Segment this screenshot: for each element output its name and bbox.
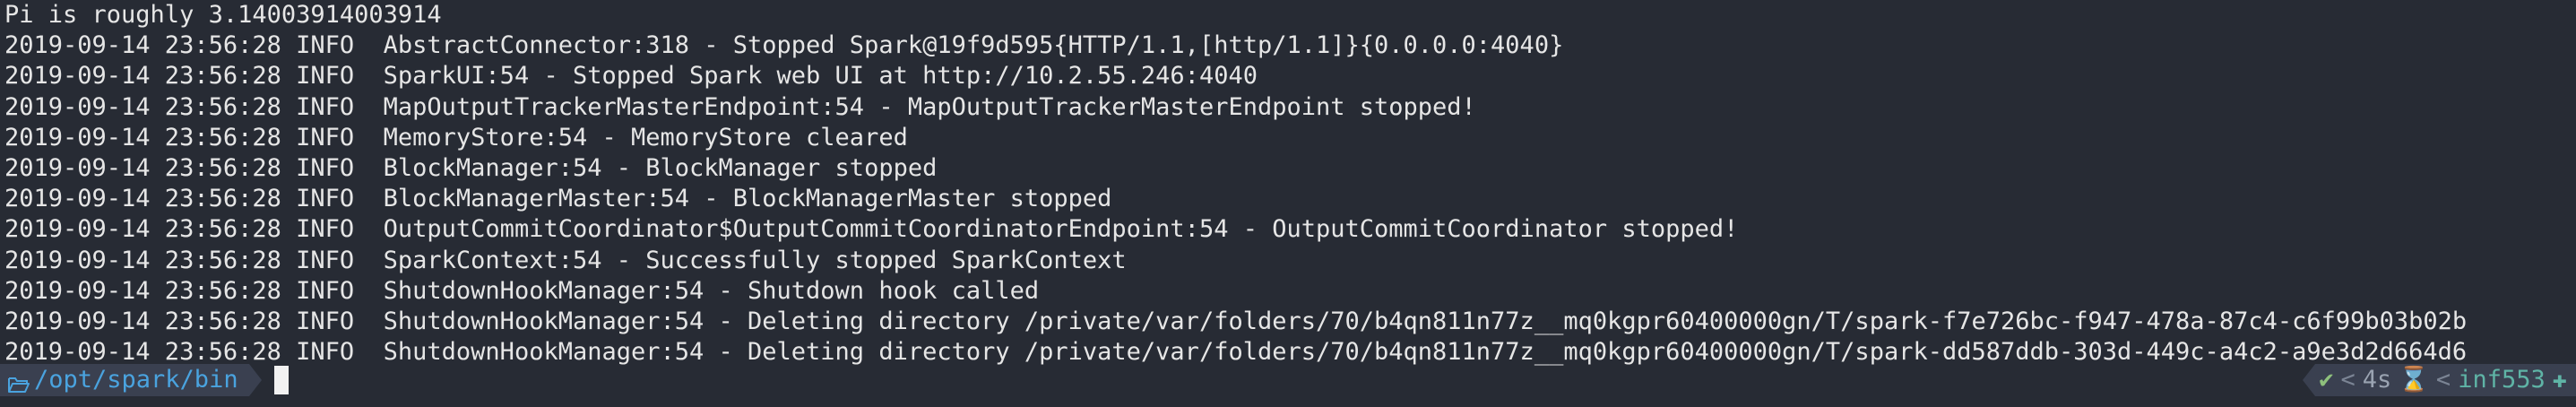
output-line: 2019-09-14 23:56:28 INFO ShutdownHookMan… (4, 307, 2468, 335)
prompt-row: /opt/spark/bin ✔ < 4s ⌛ < inf553 ✚ (0, 364, 2576, 398)
path-segment: /opt/spark/bin (0, 364, 249, 396)
right-prompt-segment: ✔ < 4s ⌛ < inf553 ✚ (2315, 364, 2576, 396)
command-duration: 4s (2362, 365, 2392, 394)
terminal-window[interactable]: Pi is roughly 3.14003914003914 2019-09-1… (0, 0, 2576, 407)
output-line: 2019-09-14 23:56:28 INFO MemoryStore:54 … (4, 123, 908, 152)
right-prompt: ✔ < 4s ⌛ < inf553 ✚ (2303, 364, 2576, 396)
output-line: 2019-09-14 23:56:28 INFO ShutdownHookMan… (4, 276, 1040, 305)
output-line: 2019-09-14 23:56:28 INFO SparkContext:54… (4, 246, 1127, 274)
terminal-output: Pi is roughly 3.14003914003914 2019-09-1… (4, 0, 2576, 368)
output-line: 2019-09-14 23:56:28 INFO OutputCommitCoo… (4, 215, 1739, 244)
text-cursor[interactable] (273, 366, 289, 394)
separator: < (2340, 365, 2356, 394)
output-line: 2019-09-14 23:56:28 INFO MapOutputTracke… (4, 92, 1476, 121)
puzzle-icon: ✚ (2552, 365, 2567, 394)
output-line: 2019-09-14 23:56:28 INFO BlockManagerMas… (4, 185, 1112, 213)
powerline-arrow-left (2303, 364, 2316, 396)
hourglass-icon: ⌛ (2399, 365, 2429, 394)
left-prompt: /opt/spark/bin (0, 364, 289, 396)
powerline-arrow-right (248, 364, 262, 396)
checkmark-icon: ✔ (2319, 365, 2334, 394)
folder-open-icon (7, 371, 30, 393)
separator: < (2435, 365, 2451, 394)
hostname: inf553 (2458, 365, 2546, 394)
output-line: 2019-09-14 23:56:28 INFO SparkUI:54 - St… (4, 62, 1258, 91)
output-line: 2019-09-14 23:56:28 INFO BlockManager:54… (4, 153, 938, 182)
current-path: /opt/spark/bin (34, 365, 238, 394)
output-line: 2019-09-14 23:56:28 INFO AbstractConnect… (4, 31, 1564, 60)
output-line: Pi is roughly 3.14003914003914 (4, 1, 442, 29)
